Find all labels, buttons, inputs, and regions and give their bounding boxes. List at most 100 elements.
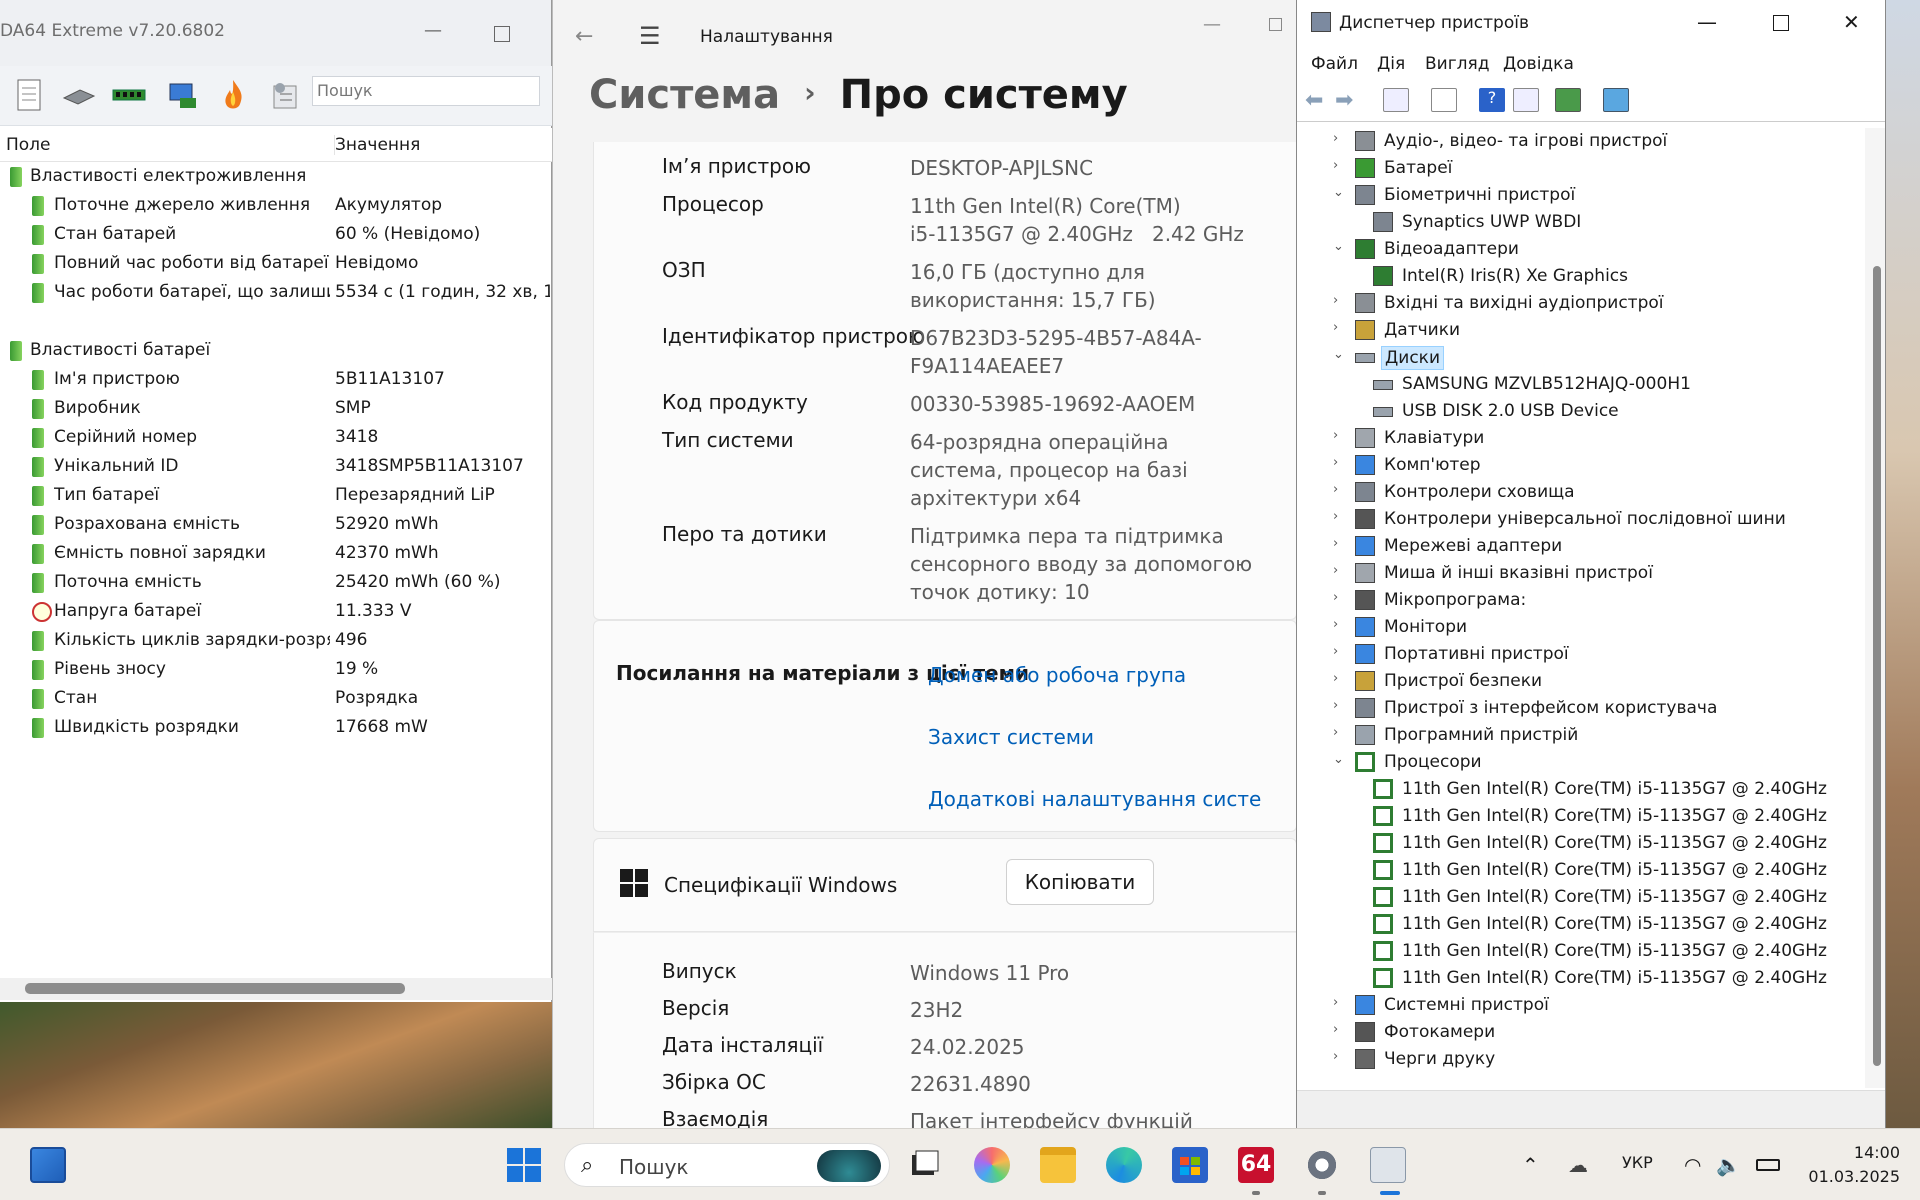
- chevron-right-icon[interactable]: ›: [1333, 509, 1347, 524]
- hamburger-menu-icon[interactable]: ☰: [639, 22, 661, 50]
- chevron-down-icon[interactable]: ⌄: [1333, 185, 1347, 200]
- chevron-right-icon[interactable]: ›: [1333, 536, 1347, 551]
- minimize-icon[interactable]: —: [424, 20, 442, 41]
- aida64-property-row[interactable]: Повний час роботи від батареї Невідомо: [0, 249, 552, 278]
- benchmark-icon[interactable]: [268, 78, 302, 112]
- chevron-right-icon[interactable]: ›: [1333, 1049, 1347, 1064]
- chevron-right-icon[interactable]: ›: [1333, 995, 1347, 1010]
- help-icon[interactable]: ?: [1479, 88, 1505, 112]
- aida64-property-row[interactable]: Поточна ємність 25420 mWh (60 %): [0, 568, 552, 597]
- cloud-offline-icon[interactable]: ☁: [1568, 1153, 1588, 1177]
- copy-button[interactable]: Копіювати: [1006, 859, 1154, 905]
- chevron-right-icon[interactable]: ›: [1333, 320, 1347, 335]
- network-computer-icon[interactable]: [166, 78, 200, 112]
- clock[interactable]: 14:00 01.03.2025: [1790, 1141, 1900, 1189]
- chevron-down-icon[interactable]: ⌄: [1333, 239, 1347, 254]
- aida64-property-row[interactable]: Ім'я пристрою 5B11A13107: [0, 365, 552, 394]
- spec-value[interactable]: 23H2: [910, 996, 963, 1024]
- breadcrumb-system[interactable]: Система: [589, 72, 780, 118]
- aida64-property-row[interactable]: Швидкість розрядки 17668 mW: [0, 713, 552, 742]
- menu-view[interactable]: Вигляд: [1425, 54, 1490, 74]
- chevron-right-icon[interactable]: ›: [1333, 590, 1347, 605]
- back-arrow-icon[interactable]: ←: [575, 24, 593, 49]
- aida64-property-row[interactable]: Кількість циклів зарядки-розря... 496: [0, 626, 552, 655]
- aida64-property-row[interactable]: Тип батареї Перезарядний LiP: [0, 481, 552, 510]
- spec-value[interactable]: 22631.4890: [910, 1070, 1031, 1098]
- aida64-property-row[interactable]: Унікальний ID 3418SMP5B11A13107: [0, 452, 552, 481]
- aida64-property-row[interactable]: Виробник SMP: [0, 394, 552, 423]
- device-manager-taskbar-icon[interactable]: [1370, 1147, 1406, 1183]
- back-arrow-icon[interactable]: ⬅: [1305, 88, 1331, 113]
- aida64-titlebar[interactable]: DA64 Extreme v7.20.6802 —: [0, 0, 551, 66]
- forward-arrow-icon[interactable]: ➡: [1335, 88, 1361, 113]
- spec-value[interactable]: 00330-53985-19692-AAOEM: [910, 390, 1195, 418]
- chevron-down-icon[interactable]: ⌄: [1333, 752, 1347, 767]
- aida64-property-row[interactable]: Стан Розрядка: [0, 684, 552, 713]
- aida64-property-row[interactable]: Ємність повної зарядки 42370 mWh: [0, 539, 552, 568]
- chevron-right-icon[interactable]: ›: [1333, 563, 1347, 578]
- chevron-right-icon[interactable]: ›: [1333, 455, 1347, 470]
- link-system-protection[interactable]: Захист системи: [928, 725, 1094, 749]
- spec-value[interactable]: 24.02.2025: [910, 1033, 1025, 1061]
- minimize-icon[interactable]: —: [1697, 10, 1717, 34]
- chevron-up-icon[interactable]: ⌃: [1522, 1153, 1539, 1177]
- maximize-icon[interactable]: [1773, 15, 1789, 31]
- close-icon[interactable]: ✕: [1843, 10, 1860, 34]
- spec-value[interactable]: Пакет інтерфейсу функцій: [910, 1107, 1193, 1128]
- show-hide-console-tree-icon[interactable]: [1383, 88, 1409, 112]
- file-explorer-icon[interactable]: [1040, 1147, 1076, 1183]
- spec-value[interactable]: Підтримка пера та підтримка сенсорного в…: [910, 522, 1252, 606]
- copilot-icon[interactable]: [974, 1147, 1010, 1183]
- chevron-right-icon[interactable]: ›: [1333, 1022, 1347, 1037]
- motherboard-icon[interactable]: [62, 78, 96, 112]
- chevron-down-icon[interactable]: ⌄: [1333, 347, 1347, 362]
- action-pane-icon[interactable]: [1513, 88, 1539, 112]
- maximize-icon[interactable]: [494, 26, 510, 42]
- spec-value[interactable]: 11th Gen Intel(R) Core(TM) i5-1135G7 @ 2…: [910, 192, 1244, 248]
- menu-help[interactable]: Довідка: [1503, 54, 1574, 74]
- spec-value[interactable]: 16,0 ГБ (доступно для використання: 15,7…: [910, 258, 1156, 314]
- volume-icon[interactable]: 🔈: [1716, 1153, 1741, 1177]
- menu-file[interactable]: Файл: [1311, 54, 1358, 74]
- aida64-property-row[interactable]: Розрахована ємність 52920 mWh: [0, 510, 552, 539]
- chevron-right-icon[interactable]: ›: [1333, 644, 1347, 659]
- aida64-property-row[interactable]: Напруга батареї 11.333 V: [0, 597, 552, 626]
- vertical-scrollbar[interactable]: [1865, 128, 1885, 1088]
- link-advanced-system-settings[interactable]: Додаткові налаштування систе: [928, 787, 1261, 811]
- scrollbar-thumb[interactable]: [1873, 266, 1881, 1066]
- chevron-right-icon[interactable]: ›: [1333, 428, 1347, 443]
- link-domain-workgroup[interactable]: Домен або робоча група: [928, 663, 1186, 687]
- aida64-search-input[interactable]: Пошук: [312, 76, 540, 106]
- report-icon[interactable]: [12, 78, 46, 112]
- wifi-icon[interactable]: ◠: [1684, 1153, 1701, 1177]
- chevron-right-icon[interactable]: ›: [1333, 158, 1347, 173]
- chevron-right-icon[interactable]: ›: [1333, 671, 1347, 686]
- scan-hardware-icon[interactable]: [1603, 88, 1629, 112]
- widgets-icon[interactable]: [30, 1147, 66, 1183]
- aida64-property-row[interactable]: Поточне джерело живлення Акумулятор: [0, 191, 552, 220]
- spec-value[interactable]: D67B23D3-5295-4B57-A84A- F9A114AEAEE7: [910, 324, 1202, 380]
- properties-icon[interactable]: [1431, 88, 1457, 112]
- battery-icon[interactable]: [1756, 1159, 1780, 1171]
- language-indicator[interactable]: УКР: [1622, 1153, 1653, 1172]
- start-button[interactable]: [506, 1147, 542, 1183]
- task-view-icon[interactable]: [906, 1147, 942, 1183]
- chevron-right-icon[interactable]: ›: [1333, 725, 1347, 740]
- aida64-property-row[interactable]: Серійний номер 3418: [0, 423, 552, 452]
- minimize-icon[interactable]: —: [1203, 14, 1221, 35]
- spec-value[interactable]: DESKTOP-APJLSNC: [910, 154, 1093, 182]
- flame-icon[interactable]: [216, 78, 250, 112]
- horizontal-scrollbar[interactable]: [0, 978, 552, 1000]
- aida64-group-row[interactable]: Властивості електроживлення: [0, 162, 552, 191]
- menu-action[interactable]: Дія: [1377, 54, 1405, 74]
- maximize-icon[interactable]: [1269, 18, 1282, 31]
- spec-value[interactable]: Windows 11 Pro: [910, 959, 1069, 987]
- aida64-group-row[interactable]: Властивості батареї: [0, 336, 552, 365]
- aida64-taskbar-icon[interactable]: 64: [1238, 1147, 1274, 1183]
- chevron-right-icon[interactable]: ›: [1333, 131, 1347, 146]
- spec-value[interactable]: 64-розрядна операційна система, процесор…: [910, 428, 1188, 512]
- column-field[interactable]: Поле: [6, 135, 51, 155]
- chevron-right-icon[interactable]: ›: [1333, 698, 1347, 713]
- chevron-right-icon[interactable]: ›: [1333, 293, 1347, 308]
- windows-spec-header[interactable]: Специфікації Windows Копіювати: [593, 838, 1296, 932]
